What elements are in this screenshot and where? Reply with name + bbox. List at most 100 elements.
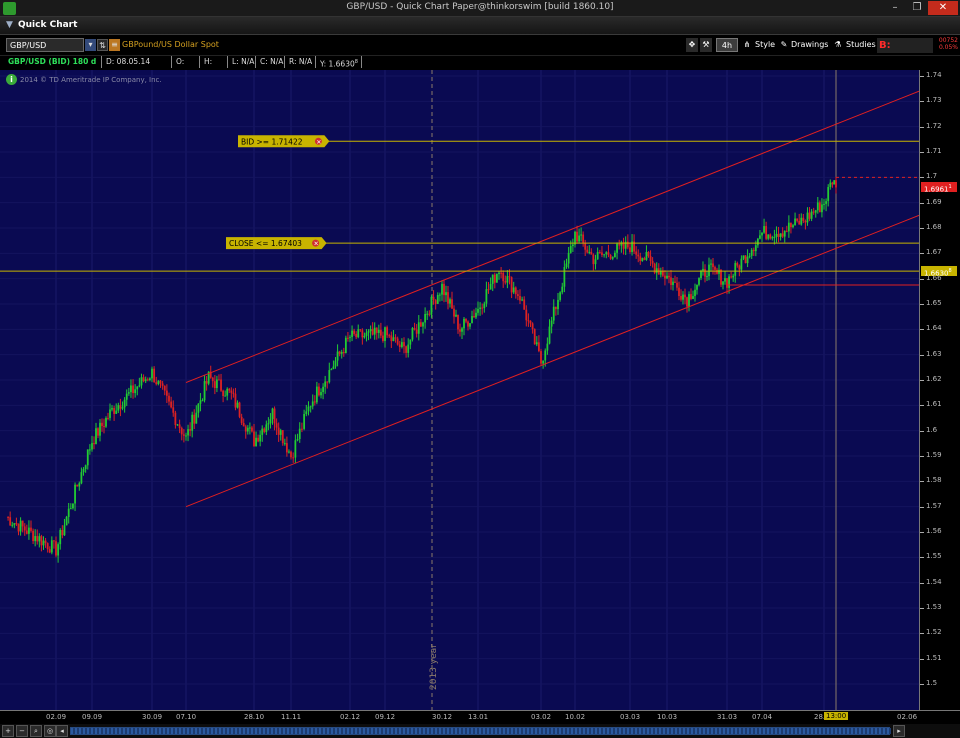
price-bar [144, 379, 147, 382]
chevron-down-icon[interactable]: ▾ [85, 39, 96, 51]
info-range: R: N/A [287, 56, 316, 68]
zoom-out-icon[interactable]: − [16, 725, 28, 737]
price-bar [320, 392, 322, 396]
price-bar [571, 244, 574, 247]
price-bar [415, 329, 418, 334]
price-bar [292, 457, 295, 459]
price-bar [357, 329, 360, 338]
maximize-button[interactable]: ❐ [908, 1, 926, 15]
drawings-button[interactable]: Drawings [791, 38, 829, 52]
price-bar [344, 337, 347, 354]
price-bar [384, 327, 386, 342]
price-bar [13, 523, 16, 525]
symbol-description: GBPound/US Dollar Spot [122, 40, 219, 49]
minimize-button[interactable]: – [886, 1, 904, 15]
crosshair-icon[interactable]: ✥ [686, 38, 698, 52]
price-bar [601, 252, 603, 256]
price-bar [465, 318, 467, 322]
notes-icon[interactable]: ≡ [109, 39, 120, 51]
price-bar [72, 503, 74, 509]
price-bar [471, 316, 473, 324]
price-bar [483, 303, 486, 309]
price-bar [744, 255, 747, 264]
price-bar [30, 527, 32, 531]
price-bar [251, 427, 253, 432]
price-tick-label: 1.54 [926, 577, 942, 586]
price-bar [732, 275, 735, 278]
price-bar [279, 430, 282, 435]
price-bar [65, 516, 68, 526]
price-bar [91, 443, 93, 450]
price-bar [311, 401, 314, 407]
scroll-track[interactable] [70, 727, 891, 735]
price-tick-label: 1.65 [926, 299, 942, 307]
price-bar [285, 443, 288, 453]
price-bar [527, 320, 530, 322]
price-bar [76, 484, 79, 487]
symbol-input[interactable] [6, 38, 84, 52]
time-tick-label: 13:00 [824, 712, 849, 720]
scroll-right-icon[interactable]: ▸ [893, 725, 905, 737]
zoom-in-icon[interactable]: + [2, 725, 14, 737]
bar-info-row: GBP/USD (BID) 180 d 4h D: 08.05.14 13:00… [0, 56, 960, 78]
price-bar [680, 295, 682, 300]
studies-button[interactable]: Studies [846, 38, 876, 52]
price-bar [508, 276, 511, 278]
price-bar [163, 385, 166, 391]
scroll-left-icon[interactable]: ◂ [56, 725, 68, 737]
price-bar [676, 282, 678, 288]
price-bar [377, 329, 380, 333]
price-bar [517, 294, 519, 296]
price-bar [283, 443, 286, 445]
price-bar [643, 258, 646, 260]
price-bar [326, 381, 329, 383]
price-bar [28, 527, 30, 534]
price-axis[interactable]: 1.74 1.73 1.72 1.71 1.7 1.69 1.68 1.67 1.66 1.65 1… [919, 70, 960, 710]
price-tick-mark [920, 76, 924, 77]
price-bar [334, 360, 337, 367]
price-bar [670, 277, 672, 286]
price-bar [487, 289, 490, 291]
price-chart[interactable]: 2013 year BID >= 1.71422 ✕ CLOSE <= 1.67403… [0, 70, 919, 710]
price-bar [290, 451, 292, 458]
price-tick-mark [920, 304, 924, 305]
price-bar [281, 430, 284, 444]
price-bar [821, 204, 823, 213]
close-button[interactable]: ✕ [928, 1, 958, 15]
price-bar [493, 274, 496, 283]
price-bar [835, 180, 837, 188]
link-icon[interactable]: ⇅ [97, 39, 108, 51]
style-button[interactable]: Style [755, 38, 777, 52]
price-bar [394, 337, 397, 339]
scroll-thumb[interactable] [71, 728, 891, 734]
chart-scroll-bar: + − ⌕ ◎ ◂ ▸ [0, 724, 960, 738]
time-tick-label: 31.03 [717, 713, 738, 721]
price-bar [790, 222, 792, 228]
price-bar [411, 328, 414, 340]
price-bar [810, 211, 813, 219]
price-tick-label: 1.58 [926, 476, 942, 485]
price-bar [195, 412, 198, 424]
price-bar [288, 451, 290, 453]
price-bar [313, 401, 316, 403]
wrench-icon[interactable]: ⚒ [700, 38, 712, 52]
price-bar [403, 342, 405, 347]
price-bar [67, 508, 70, 517]
time-period-button[interactable]: 4h [716, 38, 738, 52]
reset-zoom-icon[interactable]: ◎ [44, 725, 56, 737]
price-bar [655, 268, 658, 273]
time-tick-label: 07.04 [752, 713, 773, 721]
price-bar [123, 399, 126, 408]
price-bar [103, 426, 105, 428]
price-bar [754, 245, 757, 252]
price-bar [189, 429, 192, 431]
info-icon[interactable]: i [6, 74, 17, 85]
price-bar [430, 296, 433, 315]
magnifier-icon[interactable]: ⌕ [30, 725, 42, 737]
chart-plot-area[interactable]: 2013 year BID >= 1.71422 ✕ CLOSE <= 1.67403… [0, 70, 919, 710]
price-bar [678, 287, 680, 296]
price-bar [34, 536, 37, 542]
time-axis[interactable]: 02.09 09.09 30.09 07.10 28.10 11.11 02.12 09.12… [0, 710, 960, 724]
collapse-icon[interactable]: ▼ [6, 20, 13, 30]
price-bar [666, 275, 668, 279]
